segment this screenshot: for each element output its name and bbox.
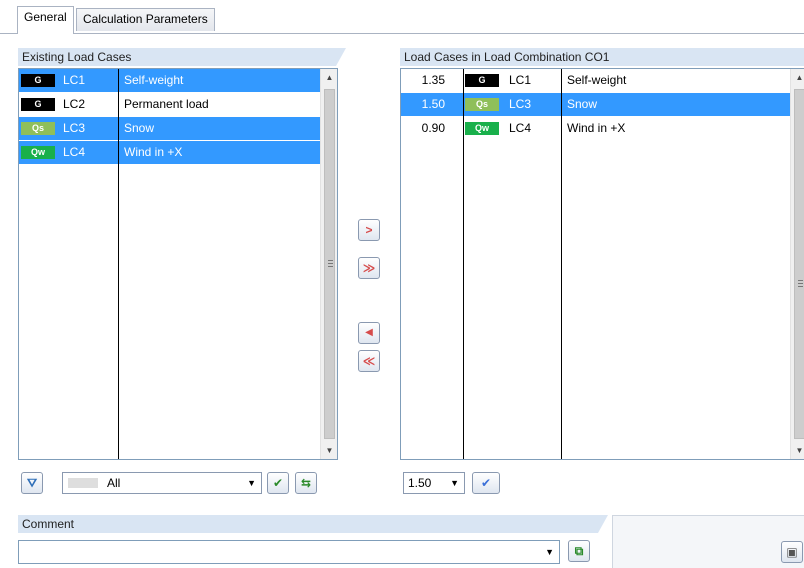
scroll-up-icon[interactable]: ▲ (321, 69, 338, 86)
chevron-down-icon[interactable]: ▼ (545, 541, 554, 563)
factor-value: 1.50 (408, 476, 432, 490)
factor-value[interactable]: 0.90 (401, 117, 445, 140)
factor-value[interactable]: 1.50 (401, 93, 445, 116)
remove-button[interactable]: ◀ (358, 322, 380, 344)
comment-header: Comment (18, 515, 608, 533)
scroll-thumb[interactable] (324, 89, 335, 439)
scroll-up-icon[interactable]: ▲ (791, 69, 804, 86)
scroll-thumb[interactable] (794, 89, 804, 439)
load-type-badge: Qw (465, 122, 499, 135)
tab-bar: General Calculation Parameters (0, 0, 804, 34)
load-case-id: LC3 (509, 97, 532, 111)
filter-value: All (107, 476, 121, 490)
load-case-description: Self-weight (124, 73, 184, 87)
load-case-description: Snow (567, 97, 598, 111)
load-type-badge: Qs (465, 98, 499, 111)
select-all-button[interactable]: ✔ (267, 472, 289, 494)
tab-general[interactable]: General (17, 6, 74, 34)
chevron-down-icon: ▼ (247, 478, 256, 488)
factor-value[interactable]: 1.35 (401, 69, 445, 92)
image-icon: ▣ (786, 545, 798, 559)
checkmark-icon: ✔ (480, 476, 492, 490)
load-case-id: LC1 (63, 73, 86, 87)
list-row[interactable]: Qw LC4 Wind in +X (19, 141, 320, 164)
filter-dropdown[interactable]: All ▼ (62, 472, 262, 494)
filter-button[interactable]: ⛛ (21, 472, 43, 494)
color-swatch (68, 478, 98, 488)
load-case-description: Permanent load (124, 97, 209, 111)
check-list-icon: ✔ (272, 476, 284, 490)
header-tail (598, 515, 608, 533)
grip-icon (328, 260, 333, 267)
add-button[interactable]: > (358, 219, 380, 241)
load-case-id: LC2 (63, 97, 86, 111)
column-divider (561, 69, 562, 459)
load-type-badge: Qs (21, 122, 55, 135)
column-divider (463, 69, 464, 459)
comment-browse-button[interactable]: ⧉ (568, 540, 590, 562)
grip-icon (798, 280, 803, 287)
load-type-badge: G (21, 98, 55, 111)
comment-input[interactable]: ▼ (18, 540, 560, 564)
load-case-id: LC3 (63, 121, 86, 135)
swap-list-icon: ⇆ (300, 476, 312, 490)
add-all-button[interactable]: ≫ (358, 257, 380, 279)
filter-icon: ⛛ (26, 476, 38, 490)
scroll-down-icon[interactable]: ▼ (321, 442, 338, 459)
existing-load-cases-list[interactable]: ▲ ▼ G LC1 Self-weight G LC2 Permanent load Qs L… (18, 68, 338, 460)
load-case-description: Self-weight (567, 73, 627, 87)
copy-icon: ⧉ (574, 544, 584, 558)
info-button[interactable]: ▣ (781, 541, 803, 563)
load-case-id: LC4 (509, 121, 532, 135)
load-type-badge: G (465, 74, 499, 87)
combination-title: Load Cases in Load Combination CO1 (400, 48, 804, 66)
load-type-badge: G (21, 74, 55, 87)
load-type-badge: Qw (21, 146, 55, 159)
existing-load-cases-title: Existing Load Cases (18, 48, 336, 66)
comment-label: Comment (18, 515, 598, 533)
list-row[interactable]: 0.90 Qw LC4 Wind in +X (401, 117, 790, 140)
apply-factor-button[interactable]: ✔ (472, 472, 500, 494)
combination-header: Load Cases in Load Combination CO1 (400, 48, 804, 66)
list-row[interactable]: 1.35 G LC1 Self-weight (401, 69, 790, 92)
side-panel: ▣ (612, 515, 804, 568)
invert-selection-button[interactable]: ⇆ (295, 472, 317, 494)
column-divider (118, 69, 119, 459)
list-row[interactable]: Qs LC3 Snow (19, 117, 320, 140)
combination-list-scrollbar[interactable]: ▲ ▼ (790, 69, 804, 459)
existing-list-scrollbar[interactable]: ▲ ▼ (320, 69, 337, 459)
remove-all-button[interactable]: ≪ (358, 350, 380, 372)
header-tail (336, 48, 346, 66)
load-case-description: Wind in +X (124, 145, 183, 159)
load-case-id: LC1 (509, 73, 532, 87)
combination-list[interactable]: ▲ ▼ 1.35 G LC1 Self-weight 1.50 Qs LC3 Snow 0.90… (400, 68, 804, 460)
factor-dropdown[interactable]: 1.50 ▼ (403, 472, 465, 494)
chevron-down-icon: ▼ (450, 478, 459, 488)
tab-divider (0, 33, 804, 34)
existing-load-cases-header: Existing Load Cases (18, 48, 346, 66)
list-row[interactable]: G LC1 Self-weight (19, 69, 320, 92)
list-row[interactable]: G LC2 Permanent load (19, 93, 320, 116)
list-row[interactable]: 1.50 Qs LC3 Snow (401, 93, 790, 116)
load-case-id: LC4 (63, 145, 86, 159)
load-case-description: Wind in +X (567, 121, 626, 135)
load-case-description: Snow (124, 121, 155, 135)
tab-calculation-parameters[interactable]: Calculation Parameters (76, 8, 215, 31)
scroll-down-icon[interactable]: ▼ (791, 442, 804, 459)
